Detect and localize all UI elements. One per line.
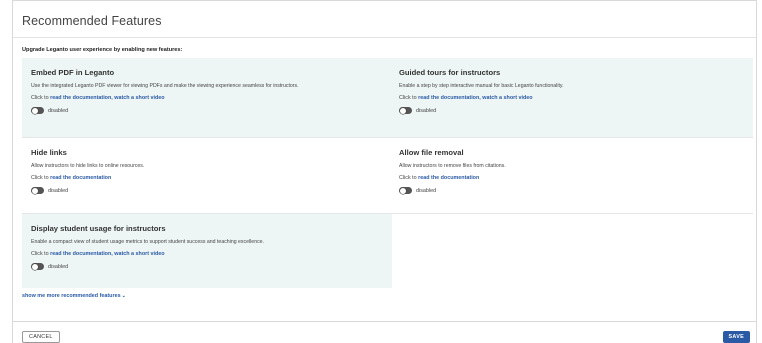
recommended-features-dialog: Recommended Features Upgrade Leganto use… bbox=[12, 0, 757, 343]
feature-description: Allow instructors to remove files from c… bbox=[399, 163, 506, 169]
cancel-button[interactable]: CANCEL bbox=[22, 331, 60, 343]
feature-title: Display student usage for instructors bbox=[31, 224, 166, 233]
toggle-status: disabled bbox=[416, 107, 437, 114]
feature-doc-line: Click to read the documentation, watch a… bbox=[31, 251, 382, 257]
dialog-title: Recommended Features bbox=[22, 14, 162, 28]
click-prefix: Click to bbox=[399, 175, 419, 181]
features-grid: Embed PDF in Leganto Use the integrated … bbox=[22, 58, 753, 288]
documentation-link[interactable]: read the documentation, watch a short vi… bbox=[418, 95, 532, 101]
feature-description: Allow instructors to hide links to onlin… bbox=[31, 163, 145, 169]
feature-title: Hide links bbox=[31, 148, 67, 157]
embed-pdf-toggle[interactable] bbox=[31, 107, 44, 114]
features-row: Hide links Allow instructors to hide lin… bbox=[22, 138, 753, 214]
feature-doc-line: Click to read the documentation bbox=[399, 175, 743, 181]
feature-toggle-row: disabled bbox=[31, 263, 382, 270]
hide-links-toggle[interactable] bbox=[31, 187, 44, 194]
feature-toggle-row: disabled bbox=[399, 187, 743, 194]
documentation-link[interactable]: read the documentation bbox=[418, 175, 479, 181]
show-more-label: show me more recommended features bbox=[22, 293, 121, 299]
feature-description: Use the integrated Leganto PDF viewer fo… bbox=[31, 83, 299, 89]
toggle-status: disabled bbox=[48, 107, 69, 114]
feature-description: Enable a compact view of student usage m… bbox=[31, 239, 264, 245]
feature-card-student-usage: Display student usage for instructors En… bbox=[22, 214, 392, 288]
click-prefix: Click to bbox=[31, 95, 51, 101]
feature-title: Embed PDF in Leganto bbox=[31, 68, 115, 77]
feature-doc-line: Click to read the documentation, watch a… bbox=[31, 95, 382, 101]
feature-description: Enable a step by step interactive manual… bbox=[399, 83, 564, 89]
feature-card-embed-pdf: Embed PDF in Leganto Use the integrated … bbox=[22, 58, 392, 137]
empty-card-slot bbox=[392, 214, 753, 288]
feature-card-guided-tours: Guided tours for instructors Enable a st… bbox=[392, 58, 753, 137]
features-row: Display student usage for instructors En… bbox=[22, 214, 753, 288]
feature-toggle-row: disabled bbox=[31, 187, 382, 194]
documentation-link[interactable]: read the documentation, watch a short vi… bbox=[50, 95, 164, 101]
toggle-status: disabled bbox=[416, 187, 437, 194]
feature-toggle-row: disabled bbox=[399, 107, 743, 114]
feature-toggle-row: disabled bbox=[31, 107, 382, 114]
guided-tours-toggle[interactable] bbox=[399, 107, 412, 114]
save-button[interactable]: SAVE bbox=[722, 331, 750, 343]
feature-doc-line: Click to read the documentation, watch a… bbox=[399, 95, 743, 101]
show-more-features-link[interactable]: show me more recommended features⌄ bbox=[22, 293, 126, 299]
dialog-footer: CANCEL SAVE bbox=[13, 321, 756, 343]
dialog-header: Recommended Features bbox=[13, 0, 756, 38]
documentation-link[interactable]: read the documentation, watch a short vi… bbox=[50, 251, 164, 257]
click-prefix: Click to bbox=[31, 175, 51, 181]
feature-card-hide-links: Hide links Allow instructors to hide lin… bbox=[22, 138, 392, 213]
allow-file-removal-toggle[interactable] bbox=[399, 187, 412, 194]
toggle-status: disabled bbox=[48, 187, 69, 194]
feature-card-allow-file-removal: Allow file removal Allow instructors to … bbox=[392, 138, 753, 213]
student-usage-toggle[interactable] bbox=[31, 263, 44, 270]
documentation-link[interactable]: read the documentation bbox=[50, 175, 111, 181]
feature-title: Guided tours for instructors bbox=[399, 68, 501, 77]
features-row: Embed PDF in Leganto Use the integrated … bbox=[22, 58, 753, 138]
click-prefix: Click to bbox=[31, 251, 51, 257]
feature-doc-line: Click to read the documentation bbox=[31, 175, 382, 181]
chevron-down-icon: ⌄ bbox=[121, 293, 126, 299]
intro-text: Upgrade Leganto user experience by enabl… bbox=[22, 47, 183, 53]
click-prefix: Click to bbox=[399, 95, 419, 101]
toggle-status: disabled bbox=[48, 263, 69, 270]
feature-title: Allow file removal bbox=[399, 148, 464, 157]
